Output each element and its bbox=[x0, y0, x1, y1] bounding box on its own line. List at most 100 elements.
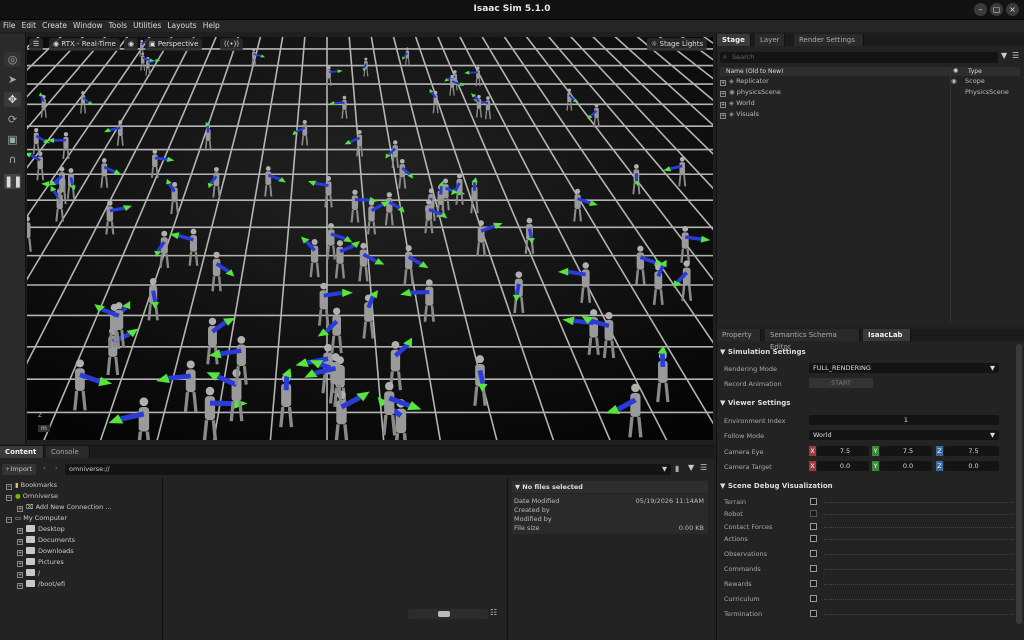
expand-icon[interactable]: + bbox=[17, 528, 23, 534]
section-scene-debug[interactable]: ▼ Scene Debug Visualization bbox=[720, 481, 1020, 492]
expand-icon[interactable]: − bbox=[6, 495, 12, 501]
tree-item[interactable]: + Downloads bbox=[17, 546, 74, 556]
debug-checkbox[interactable] bbox=[810, 580, 817, 587]
debug-checkbox[interactable] bbox=[810, 550, 817, 557]
camera-target-x[interactable]: 0.0 bbox=[817, 461, 869, 471]
expand-icon[interactable]: + bbox=[17, 506, 23, 512]
expand-icon[interactable]: + bbox=[720, 113, 726, 119]
record-start-button[interactable]: START bbox=[809, 378, 873, 388]
rotate-icon[interactable]: ⟳ bbox=[4, 112, 21, 127]
expand-icon[interactable]: + bbox=[17, 550, 23, 556]
camera-eye-x[interactable]: 7.5 bbox=[817, 446, 869, 456]
col-type[interactable]: Type bbox=[968, 68, 982, 75]
import-button[interactable]: +Import bbox=[2, 464, 36, 475]
col-name[interactable]: Name (Old to New) bbox=[726, 68, 783, 75]
follow-mode-select[interactable]: World ▼ bbox=[809, 430, 999, 440]
menu-icon[interactable]: ☰ bbox=[1012, 51, 1019, 60]
tab-console[interactable]: Console bbox=[46, 446, 90, 458]
viewport[interactable]: ☰ ◉ RTX - Real-Time ◉ ▣ Perspective ((•)… bbox=[27, 37, 713, 440]
filter-icon[interactable]: ▼ bbox=[688, 463, 694, 472]
expand-icon[interactable]: + bbox=[17, 539, 23, 545]
camera-eye-y[interactable]: 7.5 bbox=[880, 446, 932, 456]
tab-isaaclab[interactable]: IsaacLab bbox=[863, 329, 911, 341]
bookmark-icon[interactable]: ▮ bbox=[675, 464, 679, 473]
stage-row[interactable]: + ◈ Visuals bbox=[720, 109, 759, 119]
tab-semantics[interactable]: Semantics Schema Editor bbox=[765, 329, 860, 351]
scale-icon[interactable]: ▣ bbox=[4, 132, 21, 147]
camera-eye-z[interactable]: 7.5 bbox=[944, 446, 999, 456]
expand-icon[interactable]: + bbox=[720, 102, 726, 108]
snap-magnet-icon[interactable]: ∩ bbox=[4, 152, 21, 167]
expand-icon[interactable]: − bbox=[6, 517, 12, 523]
stage-row[interactable]: + ◉ physicsScene bbox=[720, 87, 781, 97]
debug-checkbox[interactable] bbox=[810, 565, 817, 572]
debug-checkbox[interactable] bbox=[810, 523, 817, 530]
expand-icon[interactable]: + bbox=[720, 80, 726, 86]
list-view-icon[interactable]: ☷ bbox=[490, 608, 497, 617]
camera-button[interactable]: ▣ Perspective bbox=[145, 38, 203, 51]
tree-item[interactable]: − ● Omniverse bbox=[6, 491, 58, 501]
menu-tools[interactable]: Tools bbox=[106, 20, 130, 31]
debug-checkbox[interactable] bbox=[810, 595, 817, 602]
eye-icon[interactable]: ◉ bbox=[124, 38, 139, 51]
menu-file[interactable]: File bbox=[0, 20, 19, 31]
tree-item[interactable]: − ▮ Bookmarks bbox=[6, 480, 57, 490]
tree-item[interactable]: + Documents bbox=[17, 535, 75, 545]
tab-render-settings[interactable]: Render Settings bbox=[794, 34, 864, 46]
env-index-input[interactable]: 1 bbox=[809, 415, 999, 425]
lights-button[interactable]: ☼ Stage Lights bbox=[647, 38, 708, 51]
back-icon[interactable]: ‹ bbox=[43, 464, 46, 472]
camera-target-y[interactable]: 0.0 bbox=[880, 461, 932, 471]
expand-icon[interactable]: − bbox=[6, 484, 12, 490]
minimize-icon[interactable]: – bbox=[974, 3, 987, 16]
expand-icon[interactable]: + bbox=[720, 91, 726, 97]
menu-icon[interactable]: ☰ bbox=[700, 463, 707, 472]
section-viewer-settings[interactable]: ▼ Viewer Settings bbox=[720, 398, 1020, 409]
section-simulation-settings[interactable]: ▼ Simulation Settings bbox=[720, 347, 1020, 358]
tree-item[interactable]: + / bbox=[17, 568, 40, 578]
path-input[interactable]: omniverse:// ▼ bbox=[65, 464, 671, 475]
snap-icon[interactable]: ◎ bbox=[4, 52, 21, 67]
expand-icon[interactable]: + bbox=[17, 583, 23, 589]
expand-icon[interactable]: + bbox=[17, 561, 23, 567]
forward-icon[interactable]: › bbox=[55, 464, 58, 472]
pause-icon[interactable]: ❚❚ bbox=[4, 174, 22, 189]
tree-item[interactable]: + ⌧ Add New Connection ... bbox=[17, 502, 112, 512]
tree-item[interactable]: + /boot/efi bbox=[17, 579, 65, 589]
menu-window[interactable]: Window bbox=[70, 20, 106, 31]
eye-icon[interactable]: ◉ bbox=[951, 77, 957, 85]
tree-item[interactable]: + Desktop bbox=[17, 524, 65, 534]
select-icon[interactable]: ➤ bbox=[4, 72, 21, 87]
renderer-button[interactable]: ◉ RTX - Real-Time bbox=[49, 38, 120, 51]
property-scrollbar[interactable] bbox=[1016, 344, 1022, 624]
zoom-slider[interactable] bbox=[408, 609, 488, 619]
debug-checkbox[interactable] bbox=[810, 510, 817, 517]
debug-checkbox[interactable] bbox=[810, 498, 817, 505]
tab-property[interactable]: Property bbox=[717, 329, 761, 341]
rendering-mode-select[interactable]: FULL_RENDERING ▼ bbox=[809, 363, 999, 373]
camera-target-z[interactable]: 0.0 bbox=[944, 461, 999, 471]
audio-icon[interactable]: ((•)) bbox=[220, 38, 244, 51]
debug-checkbox[interactable] bbox=[810, 610, 817, 617]
zoom-slider-handle[interactable] bbox=[438, 611, 450, 617]
tab-content[interactable]: Content bbox=[0, 446, 44, 458]
tab-stage[interactable]: Stage bbox=[717, 34, 751, 46]
expand-icon[interactable]: + bbox=[17, 572, 23, 578]
menu-layouts[interactable]: Layouts bbox=[164, 20, 199, 31]
menu-utilities[interactable]: Utilities bbox=[130, 20, 164, 31]
menu-edit[interactable]: Edit bbox=[19, 20, 40, 31]
tree-item[interactable]: + Pictures bbox=[17, 557, 64, 567]
settings-icon[interactable]: ☰ bbox=[29, 38, 44, 51]
tree-item[interactable]: − ▭ My Computer bbox=[6, 513, 67, 523]
menu-help[interactable]: Help bbox=[200, 20, 223, 31]
stage-row[interactable]: + ◈ World bbox=[720, 98, 755, 108]
maximize-icon[interactable]: ▢ bbox=[990, 3, 1003, 16]
menu-create[interactable]: Create bbox=[39, 20, 70, 31]
stage-row[interactable]: + ◈ Replicator bbox=[720, 76, 769, 86]
filter-icon[interactable]: ▼ bbox=[1001, 51, 1007, 60]
stage-search-input[interactable]: Search bbox=[720, 52, 998, 63]
move-icon[interactable]: ✥ bbox=[4, 92, 21, 107]
close-icon[interactable]: × bbox=[1006, 3, 1019, 16]
tab-layer[interactable]: Layer bbox=[755, 34, 785, 46]
debug-checkbox[interactable] bbox=[810, 535, 817, 542]
